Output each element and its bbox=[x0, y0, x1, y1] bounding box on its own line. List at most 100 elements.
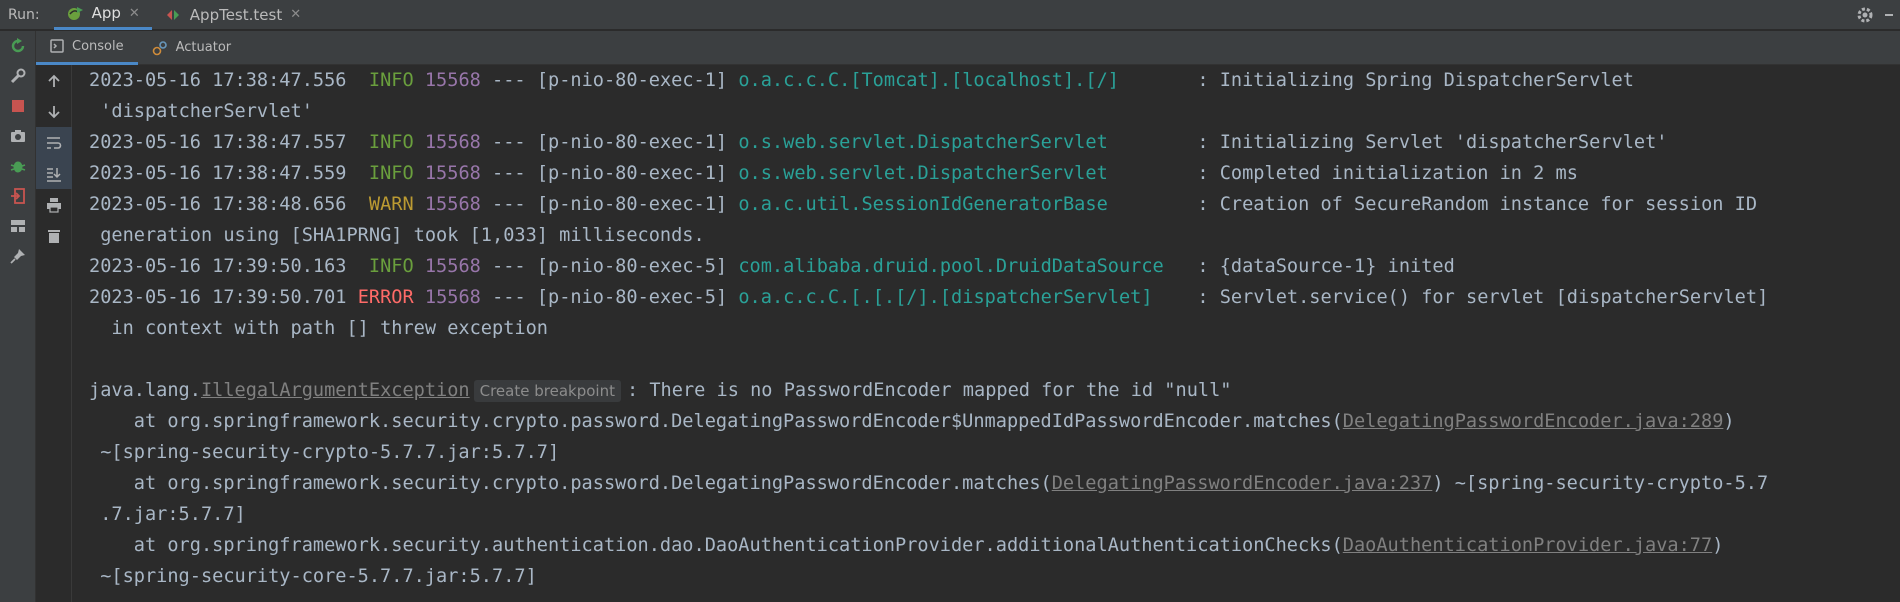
minus-icon[interactable] bbox=[1884, 6, 1894, 24]
console-tab-bar: Console Actuator bbox=[36, 31, 1900, 65]
stop-icon bbox=[12, 100, 24, 112]
source-link[interactable]: DelegatingPasswordEncoder.java:237 bbox=[1052, 473, 1433, 494]
stack-frame-text: at org.springframework.security.crypto.p… bbox=[89, 411, 1343, 432]
camera-icon bbox=[11, 130, 25, 142]
stack-frame: at org.springframework.security.crypto.p… bbox=[89, 468, 1900, 499]
exit-icon bbox=[11, 188, 25, 204]
log-timestamp: 2023-05-16 17:39:50.701 bbox=[89, 287, 347, 308]
log-timestamp: 2023-05-16 17:38:47.559 bbox=[89, 163, 347, 184]
edit-config-button[interactable] bbox=[0, 61, 36, 91]
log-message: : Creation of SecureRandom instance for … bbox=[1197, 194, 1758, 215]
source-link[interactable]: DelegatingPasswordEncoder.java:289 bbox=[1343, 411, 1724, 432]
log-level: INFO bbox=[368, 70, 414, 91]
log-timestamp: 2023-05-16 17:38:47.557 bbox=[89, 132, 347, 153]
tab-apptest[interactable]: AppTest.test ✕ bbox=[152, 0, 313, 30]
log-line: 2023-05-16 17:39:50.163 INFO 15568 --- [… bbox=[89, 251, 1900, 282]
close-icon[interactable]: ✕ bbox=[129, 6, 140, 21]
scroll-down-button[interactable] bbox=[36, 96, 72, 127]
scroll-up-button[interactable] bbox=[36, 65, 72, 96]
layout-icon bbox=[11, 220, 25, 232]
log-line: 2023-05-16 17:38:47.557 INFO 15568 --- [… bbox=[89, 127, 1900, 158]
stop-button[interactable] bbox=[0, 91, 36, 121]
log-message: : {dataSource-1} inited bbox=[1197, 256, 1455, 277]
log-logger: com.alibaba.druid.pool.DruidDataSource bbox=[738, 256, 1164, 277]
wrench-icon bbox=[10, 68, 26, 84]
exit-button[interactable] bbox=[0, 181, 36, 211]
tab-app[interactable]: App ✕ bbox=[53, 0, 152, 30]
tab-actuator[interactable]: Actuator bbox=[138, 31, 246, 65]
log-line: 2023-05-16 17:38:47.556 INFO 15568 --- [… bbox=[89, 65, 1900, 96]
trash-icon bbox=[48, 229, 60, 243]
log-timestamp: 2023-05-16 17:39:50.163 bbox=[89, 256, 347, 277]
exception-class-link[interactable]: IllegalArgumentException bbox=[201, 380, 470, 401]
soft-wrap-button[interactable] bbox=[36, 127, 72, 158]
stack-frame-continuation: ~[spring-security-crypto-5.7.7.jar:5.7.7… bbox=[89, 437, 1900, 468]
stack-frame-continuation: ~[spring-security-core-5.7.7.jar:5.7.7] bbox=[89, 561, 1900, 592]
stack-frame-jar: ~[spring-security-crypto-5.7.7.jar:5.7.7… bbox=[89, 442, 560, 463]
log-thread: --- [p-nio-80-exec-1] bbox=[492, 194, 728, 215]
tab-console[interactable]: Console bbox=[36, 31, 138, 65]
log-thread: --- [p-nio-80-exec-5] bbox=[492, 256, 728, 277]
stack-frame: at org.springframework.security.crypto.p… bbox=[89, 406, 1900, 437]
stack-frame-tail: ) bbox=[1712, 535, 1724, 556]
console-icon bbox=[50, 39, 64, 53]
run-label: Run: bbox=[8, 6, 40, 23]
log-pid: 15568 bbox=[424, 194, 481, 215]
log-timestamp: 2023-05-16 17:38:47.556 bbox=[89, 70, 347, 91]
create-breakpoint-button[interactable]: Create breakpoint bbox=[473, 380, 621, 402]
log-thread: --- [p-nio-80-exec-1] bbox=[492, 163, 728, 184]
log-logger: o.s.web.servlet.DispatcherServlet bbox=[738, 163, 1108, 184]
exception-line: java.lang.IllegalArgumentException Create… bbox=[89, 375, 1900, 406]
gear-icon[interactable] bbox=[1856, 6, 1874, 24]
close-icon[interactable]: ✕ bbox=[290, 7, 301, 22]
rerun-icon bbox=[11, 38, 25, 53]
dump-threads-button[interactable] bbox=[0, 121, 36, 151]
stack-frame-tail: ) bbox=[1723, 411, 1735, 432]
log-message: : Initializing Spring DispatcherServlet bbox=[1197, 70, 1634, 91]
log-pid: 15568 bbox=[424, 70, 481, 91]
log-logger: o.a.c.c.C.[Tomcat].[localhost].[/] bbox=[738, 70, 1119, 91]
rerun-button[interactable] bbox=[0, 31, 36, 61]
actuator-icon bbox=[152, 40, 167, 55]
run-toolbar: Run: App ✕ AppTest.test ✕ bbox=[0, 0, 1900, 30]
log-line-continuation: generation using [SHA1PRNG] took [1,033]… bbox=[89, 220, 1900, 251]
log-message-continuation: generation using [SHA1PRNG] took [1,033]… bbox=[100, 225, 705, 246]
topbar-actions bbox=[1856, 6, 1894, 24]
scroll-to-end-button[interactable] bbox=[36, 158, 72, 189]
log-logger: o.a.c.c.C.[.[.[/].[dispatcherServlet] bbox=[738, 287, 1153, 308]
log-level: INFO bbox=[368, 132, 414, 153]
log-message: : Initializing Servlet 'dispatcherServle… bbox=[1197, 132, 1668, 153]
log-line: 2023-05-16 17:39:50.701 ERROR 15568 --- … bbox=[89, 282, 1900, 313]
run-actions-toolbar bbox=[0, 31, 36, 602]
log-pid: 15568 bbox=[424, 132, 481, 153]
clear-all-button[interactable] bbox=[36, 220, 72, 251]
log-message: : Servlet.service() for servlet [dispatc… bbox=[1197, 287, 1769, 308]
stack-frame-jar: ~[spring-security-core-5.7.7.jar:5.7.7] bbox=[89, 566, 537, 587]
log-logger: o.a.c.util.SessionIdGeneratorBase bbox=[738, 194, 1108, 215]
log-level: INFO bbox=[368, 163, 414, 184]
test-icon bbox=[166, 9, 179, 20]
log-line-continuation: 'dispatcherServlet' bbox=[89, 96, 1900, 127]
pin-button[interactable] bbox=[0, 241, 36, 271]
tab-apptest-label: AppTest.test bbox=[189, 5, 283, 24]
console-side-toolbar bbox=[36, 65, 72, 602]
arrow-up-icon bbox=[48, 74, 60, 87]
log-pid: 15568 bbox=[424, 256, 481, 277]
layout-button[interactable] bbox=[0, 211, 36, 241]
log-line: 2023-05-16 17:38:47.559 INFO 15568 --- [… bbox=[89, 158, 1900, 189]
console-output[interactable]: 2023-05-16 17:38:47.556 INFO 15568 --- [… bbox=[72, 65, 1900, 602]
log-thread: --- [p-nio-80-exec-1] bbox=[492, 70, 728, 91]
print-button[interactable] bbox=[36, 189, 72, 220]
log-timestamp: 2023-05-16 17:38:48.656 bbox=[89, 194, 347, 215]
debug-icon bbox=[10, 161, 26, 173]
stack-frame: at org.springframework.security.authenti… bbox=[89, 530, 1900, 561]
log-level: INFO bbox=[368, 256, 414, 277]
log-line: 2023-05-16 17:38:48.656 WARN 15568 --- [… bbox=[89, 189, 1900, 220]
source-link[interactable]: DaoAuthenticationProvider.java:77 bbox=[1343, 535, 1712, 556]
log-thread: --- [p-nio-80-exec-5] bbox=[492, 287, 728, 308]
log-level: ERROR bbox=[357, 287, 414, 308]
scroll-to-end-icon bbox=[47, 167, 61, 182]
debug-button[interactable] bbox=[0, 151, 36, 181]
stack-frame-tail: ) ~[spring-security-crypto-5.7 bbox=[1432, 473, 1769, 494]
